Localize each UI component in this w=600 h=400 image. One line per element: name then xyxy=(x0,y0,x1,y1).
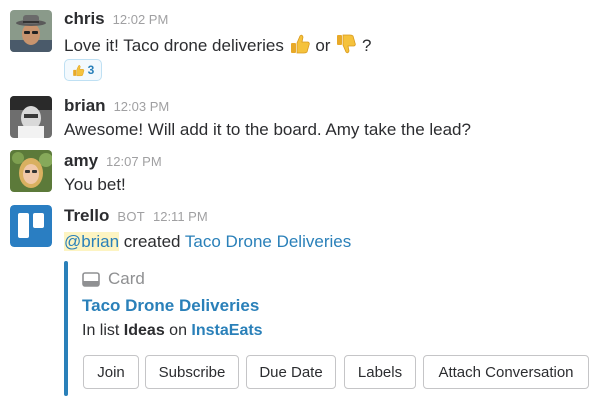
timestamp[interactable]: 12:02 PM xyxy=(113,12,169,27)
list-name: Ideas xyxy=(123,322,165,339)
message-text-part: or xyxy=(315,36,331,55)
timestamp[interactable]: 12:07 PM xyxy=(106,154,162,169)
board-link[interactable]: InstaEats xyxy=(191,322,262,339)
card-list-line: In list Ideas on InstaEats xyxy=(82,322,263,340)
reaction-count: 3 xyxy=(87,63,95,77)
thumbs-up-icon xyxy=(72,64,85,77)
author-name[interactable]: amy xyxy=(64,151,98,170)
list-prefix: In list xyxy=(82,322,120,339)
attachment-accent-bar xyxy=(64,261,68,396)
author-name[interactable]: Trello xyxy=(64,206,109,225)
timestamp[interactable]: 12:11 PM xyxy=(153,209,208,224)
author-name[interactable]: brian xyxy=(64,96,106,115)
card-title-link[interactable]: Taco Drone Deliveries xyxy=(82,296,259,316)
trello-logo-icon[interactable] xyxy=(10,205,52,247)
message-text: @brian created Taco Drone Deliveries xyxy=(64,232,351,252)
join-button[interactable]: Join xyxy=(83,355,139,389)
message-text-part: created xyxy=(123,232,181,251)
thumbs-up-icon xyxy=(289,33,311,60)
message-text-part: ? xyxy=(361,36,372,55)
card-link[interactable]: Taco Drone Deliveries xyxy=(185,232,351,251)
avatar-chris[interactable] xyxy=(10,10,52,52)
trello-card-attachment: Card Taco Drone Deliveries In list Ideas… xyxy=(64,261,594,396)
avatar-amy[interactable] xyxy=(10,150,52,192)
list-on: on xyxy=(169,322,187,339)
avatar-brian[interactable] xyxy=(10,96,52,138)
message-text: Love it! Taco drone deliveries or ? xyxy=(64,33,371,60)
author-name[interactable]: chris xyxy=(64,9,105,28)
card-header: Card xyxy=(82,269,145,289)
thumbs-down-icon xyxy=(335,33,357,60)
reaction-thumbs-up[interactable]: 3 xyxy=(64,59,102,81)
timestamp[interactable]: 12:03 PM xyxy=(114,99,170,114)
card-icon xyxy=(82,271,100,287)
message-text: Awesome! Will add it to the board. Amy t… xyxy=(64,120,471,139)
card-header-label: Card xyxy=(108,269,145,288)
user-mention[interactable]: @brian xyxy=(64,232,120,251)
attach-conversation-button[interactable]: Attach Conversation xyxy=(423,355,589,389)
message-text: You bet! xyxy=(64,175,126,194)
labels-button[interactable]: Labels xyxy=(344,355,416,389)
bot-badge: BOT xyxy=(117,209,145,224)
message-text-part: Love it! Taco drone deliveries xyxy=(64,36,284,55)
due-date-button[interactable]: Due Date xyxy=(246,355,336,389)
subscribe-button[interactable]: Subscribe xyxy=(145,355,239,389)
